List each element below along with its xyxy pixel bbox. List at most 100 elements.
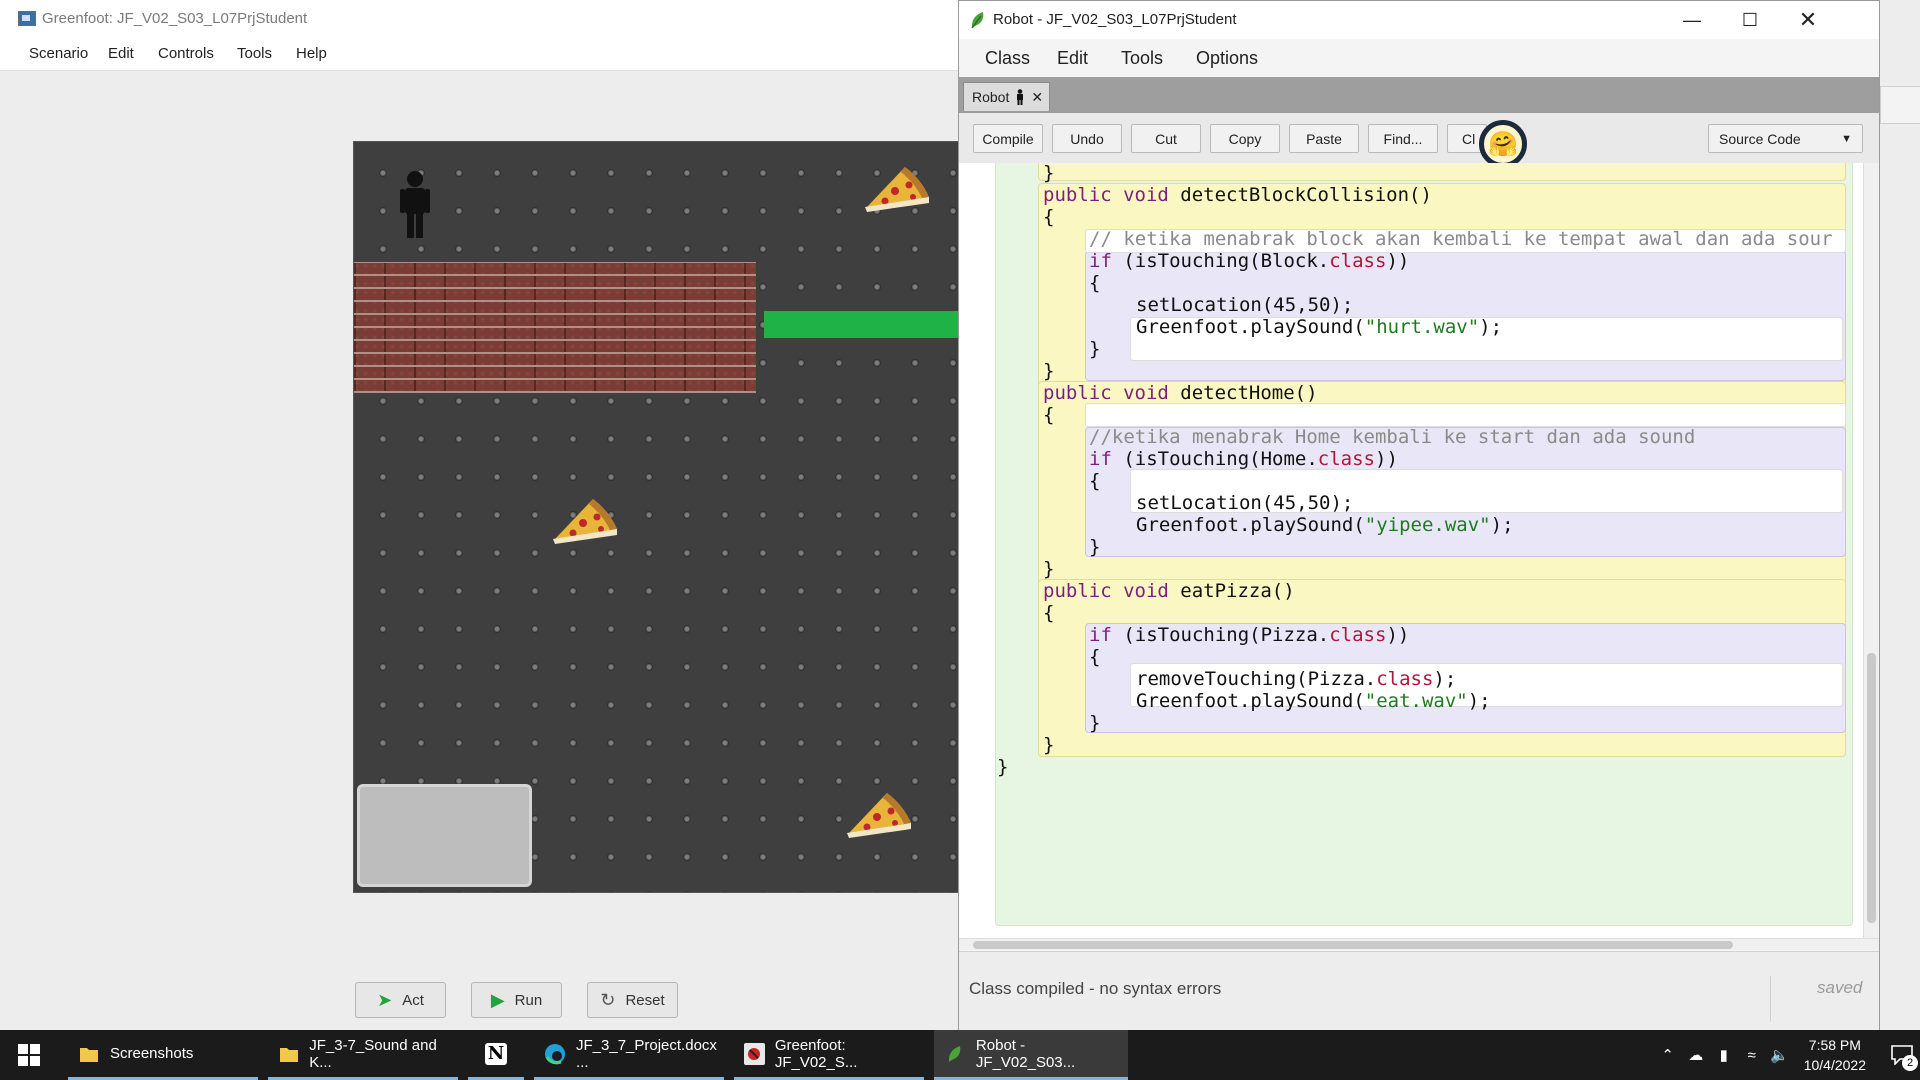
minimize-button[interactable]: — [1663,1,1721,39]
hugging-face-emoji-icon[interactable]: 🤗 [1479,120,1527,168]
comment-line-bg [1085,403,1846,427]
code-editor[interactable]: } public void detectBlockCollision() { /… [959,163,1879,950]
taskbar-item-robot-editor[interactable]: Robot - JF_V02_S03... [934,1030,1128,1080]
clock[interactable]: 7:58 PM 10/4/2022 [1804,1035,1866,1075]
game-world[interactable] [353,141,960,893]
vertical-scrollbar[interactable] [1863,163,1879,938]
greenfoot-window-title: Greenfoot: JF_V02_S03_L07PrjStudent [42,10,308,27]
robot-editor-window: Robot - JF_V02_S03_L07PrjStudent — ☐ ✕ C… [958,0,1880,1030]
reset-button[interactable]: ↻ Reset [587,982,678,1018]
act-arrow-icon: ➤ [377,990,393,1010]
method-signature: detectHome() [1168,382,1318,404]
menu-edit-editor[interactable]: Edit [1057,48,1088,69]
code-line: { [1089,272,1101,294]
speaker-icon[interactable]: 🔈 [1766,1046,1794,1064]
method-scope [1038,163,1846,181]
code-line: } [1043,558,1055,580]
code-line: { [1089,646,1101,668]
vertical-scroll-thumb[interactable] [1867,653,1876,923]
code-text: )) [1375,448,1398,470]
menu-tools[interactable]: Tools [237,45,272,62]
run-label: Run [514,991,543,1009]
taskbar-item-screenshots[interactable]: Screenshots [68,1030,258,1080]
taskbar-item-sound-folder[interactable]: JF_3-7_Sound and K... [268,1030,458,1080]
code-line: } [1043,360,1055,382]
wifi-icon[interactable]: ≈ [1738,1047,1766,1064]
taskbar-label: JF_3_7_Project.docx ... [576,1036,717,1071]
keyword: public void [1043,580,1169,602]
code-line: Greenfoot.playSound("yipee.wav"); [1136,514,1514,536]
keyword: class [1317,448,1375,470]
tab-robot[interactable]: Robot ✕ [963,82,1051,111]
menu-options[interactable]: Options [1196,48,1258,69]
cut-button[interactable]: Cut [1131,124,1201,153]
pizza-icon[interactable] [861,163,935,215]
horizontal-scroll-thumb[interactable] [973,941,1733,949]
start-button[interactable] [0,1030,58,1080]
pizza-icon[interactable] [843,789,917,841]
run-button[interactable]: ▶ Run [471,982,562,1018]
code-line: } [1089,536,1101,558]
green-bar[interactable] [764,311,959,338]
pizza-icon[interactable] [549,495,623,547]
home-block[interactable] [357,784,532,887]
close-tab-icon[interactable]: ✕ [1031,89,1043,106]
keyword: class [1329,624,1387,646]
chevron-up-icon[interactable]: ⌃ [1654,1046,1682,1064]
code-text: ); [1479,316,1503,338]
close-window-button[interactable]: ✕ [1779,1,1837,39]
system-tray: ⌃ ☁ ▮ ≈ 🔈 7:58 PM 10/4/2022 2 [1654,1030,1920,1080]
copy-button[interactable]: Copy [1210,124,1280,153]
code-line: { [1043,206,1055,228]
maximize-button[interactable]: ☐ [1721,1,1779,39]
menu-controls[interactable]: Controls [158,45,214,62]
person-icon [1017,89,1024,105]
code-text: Greenfoot.playSound( [1136,514,1365,536]
menu-help[interactable]: Help [296,45,327,62]
paste-button[interactable]: Paste [1289,124,1359,153]
horizontal-scrollbar[interactable] [959,938,1879,950]
clock-date: 10/4/2022 [1803,1057,1866,1073]
brick-wall[interactable] [354,262,756,393]
undo-button[interactable]: Undo [1052,124,1122,153]
greenfoot-app-icon [18,11,36,26]
menu-scenario[interactable]: Scenario [29,45,88,62]
code-text: Greenfoot.playSound( [1136,316,1365,338]
notion-icon: N [485,1042,507,1065]
editor-toolbar: Compile Undo Cut Copy Paste Find... Cl S… [959,113,1879,164]
class-diagram-edge[interactable] [1880,86,1920,124]
find-button[interactable]: Find... [1368,124,1438,153]
edge-icon [544,1043,566,1065]
taskbar-item-notion[interactable]: N [468,1030,524,1080]
menu-class[interactable]: Class [985,48,1030,69]
greenfoot-titlebar[interactable]: Greenfoot: JF_V02_S03_L07PrjStudent [0,0,960,38]
view-mode-select[interactable]: Source Code ▼ [1708,124,1863,153]
windows-logo-icon [18,1044,40,1066]
code-text: Greenfoot.playSound( [1136,690,1365,712]
menu-edit[interactable]: Edit [108,45,134,62]
menu-tools-editor[interactable]: Tools [1121,48,1163,69]
code-comment: //ketika menabrak Home kembali ke start … [1089,426,1696,448]
method-signature: detectBlockCollision() [1168,184,1432,206]
compile-button[interactable]: Compile [973,124,1043,153]
view-mode-value: Source Code [1719,130,1801,147]
act-button[interactable]: ➤ Act [355,982,446,1018]
line-gutter [959,163,995,938]
code-line: } [1043,734,1055,756]
code-line: } [997,756,1009,778]
keyword: public void [1043,184,1169,206]
code-comment: // ketika menabrak block akan kembali ke… [1089,228,1833,250]
status-divider [1770,976,1771,1022]
network-off-icon[interactable]: ☁ [1682,1046,1710,1064]
notification-center-button[interactable]: 2 [1884,1030,1920,1080]
battery-icon[interactable]: ▮ [1710,1046,1738,1064]
code-text: ); [1467,690,1491,712]
taskbar-item-greenfoot[interactable]: Greenfoot: JF_V02_S... [734,1030,924,1080]
person-icon[interactable] [397,170,433,238]
taskbar-label: Screenshots [110,1045,194,1062]
code-line: setLocation(45,50); [1136,492,1354,514]
code-line: Greenfoot.playSound("eat.wav"); [1136,690,1491,712]
keyword: if [1089,624,1112,646]
editor-titlebar[interactable]: Robot - JF_V02_S03_L07PrjStudent — ☐ ✕ [959,1,1879,39]
taskbar-item-edge-doc[interactable]: JF_3_7_Project.docx ... [534,1030,724,1080]
